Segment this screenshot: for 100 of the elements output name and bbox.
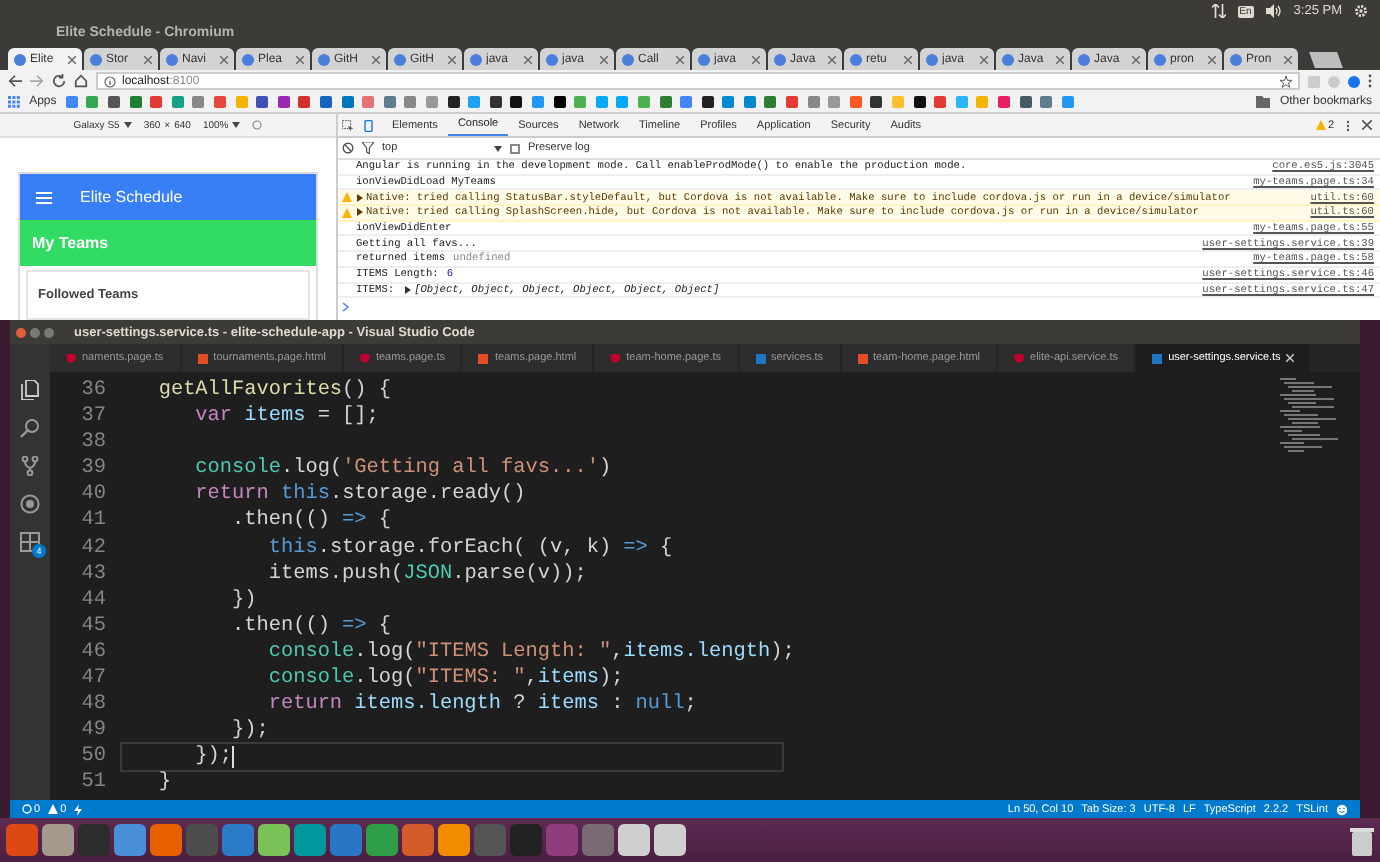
line-number: 48: [79, 692, 108, 719]
code-line: }): [230, 587, 257, 614]
files-icon[interactable]: [20, 380, 40, 400]
line-number: 49: [79, 718, 108, 745]
line-number: 45: [79, 613, 108, 640]
new-tab-button[interactable]: [1309, 52, 1343, 68]
line-number: 44: [79, 587, 108, 614]
back-icon[interactable]: [8, 74, 22, 88]
favicon-icon: [394, 53, 406, 65]
line-number: 51: [79, 770, 108, 797]
app-icon[interactable]: [294, 824, 326, 856]
close-icon[interactable]: [68, 55, 76, 63]
home-icon[interactable]: [74, 74, 88, 88]
app-title: Elite Schedule: [80, 188, 183, 206]
favicon-icon: [1154, 53, 1166, 65]
gear-icon[interactable]: [1354, 4, 1368, 18]
lightning-icon[interactable]: [74, 803, 83, 815]
code-line: .then(() => {: [230, 613, 392, 640]
code-line: var items = [];: [193, 404, 379, 431]
favicon-icon: [546, 53, 558, 65]
line-number: 40: [79, 482, 108, 509]
favicon-icon: [318, 53, 330, 65]
folder-icon[interactable]: [1256, 96, 1271, 108]
preserve-log-checkbox[interactable]: [510, 143, 520, 153]
filter-icon[interactable]: [362, 142, 374, 154]
code-line: this.storage.forEach( (v, k) => {: [266, 535, 673, 562]
reload-icon[interactable]: [52, 74, 66, 88]
forward-icon[interactable]: [30, 74, 44, 88]
favicon-icon: [774, 53, 786, 65]
app-icon[interactable]: [114, 824, 146, 856]
app-icon[interactable]: [366, 824, 398, 856]
file-icon: [755, 353, 766, 363]
code-line: items.push(JSON.parse(v));: [266, 561, 587, 588]
close-button[interactable]: [16, 327, 26, 337]
info-icon: [104, 75, 116, 87]
favicon-icon: [166, 53, 178, 65]
menu-icon[interactable]: [36, 191, 52, 203]
extensions-icon[interactable]: [20, 532, 40, 552]
code-line: return this.storage.ready(): [193, 482, 526, 509]
text-cursor: [232, 746, 235, 769]
favicon-icon: [850, 53, 862, 65]
section-header: My Teams: [20, 220, 316, 266]
app-icon[interactable]: [438, 824, 470, 856]
file-icon: [197, 353, 208, 363]
file-icon: [857, 353, 868, 363]
app-icon[interactable]: [258, 824, 290, 856]
line-number: 36: [79, 378, 108, 405]
code-line: }: [156, 770, 171, 797]
file-icon: [1014, 353, 1025, 363]
app-icon[interactable]: [150, 824, 182, 856]
code-line: console.log("ITEMS Length: ",items.length);: [266, 639, 795, 667]
favicon-icon: [90, 53, 102, 65]
favicon-icon: [14, 53, 26, 65]
close-icon[interactable]: [1362, 120, 1372, 130]
search-icon[interactable]: [20, 418, 40, 438]
favicon-icon: [1002, 53, 1014, 65]
code-line: .then(() => {: [230, 508, 392, 536]
line-number: 46: [79, 639, 108, 667]
apps-icon[interactable]: [8, 96, 20, 108]
warning-icon[interactable]: [48, 804, 59, 814]
code-line: getAllFavorites() {: [156, 378, 392, 405]
favicon-icon: [470, 53, 482, 65]
code-line: });: [193, 744, 233, 771]
prompt-chevron-icon: [342, 302, 350, 313]
minimize-button[interactable]: [30, 327, 40, 337]
file-icon: [1152, 353, 1163, 363]
clear-console-icon[interactable]: [342, 142, 354, 154]
minimap-drawing[interactable]: [1280, 378, 1340, 458]
line-number: 50: [79, 744, 108, 771]
app-icon[interactable]: [222, 824, 254, 856]
caret-icon: [494, 145, 502, 151]
app-icon[interactable]: [42, 824, 74, 856]
app-icon[interactable]: [6, 824, 38, 856]
star-icon[interactable]: [1280, 75, 1292, 87]
favicon-icon: [242, 53, 254, 65]
warning-icon: [1315, 120, 1326, 130]
file-icon: [478, 353, 489, 363]
favicon-icon: [698, 53, 710, 65]
code-line: return items.length ? items : null;: [266, 692, 697, 719]
inspect-icon[interactable]: [342, 119, 354, 131]
file-icon: [359, 353, 370, 363]
device-mode-icon[interactable]: [362, 119, 374, 131]
line-number: 47: [79, 666, 108, 693]
favicon-icon: [926, 53, 938, 65]
line-number: 41: [79, 508, 108, 536]
volume-icon[interactable]: [1265, 4, 1282, 18]
branch-icon[interactable]: [20, 456, 40, 476]
smiley-icon[interactable]: [1336, 803, 1348, 815]
file-icon: [610, 353, 621, 363]
line-number: 43: [79, 561, 108, 588]
error-icon[interactable]: [22, 804, 32, 814]
app-icon[interactable]: [618, 824, 650, 856]
favicon-icon: [1230, 53, 1242, 65]
maximize-button[interactable]: [44, 327, 54, 337]
trash-icon[interactable]: [1350, 825, 1374, 855]
debug-icon[interactable]: [20, 494, 40, 514]
network-arrows-icon[interactable]: [1211, 4, 1226, 18]
app-icon[interactable]: [654, 824, 686, 856]
app-icon[interactable]: [402, 824, 434, 856]
code-line: });: [230, 718, 269, 745]
